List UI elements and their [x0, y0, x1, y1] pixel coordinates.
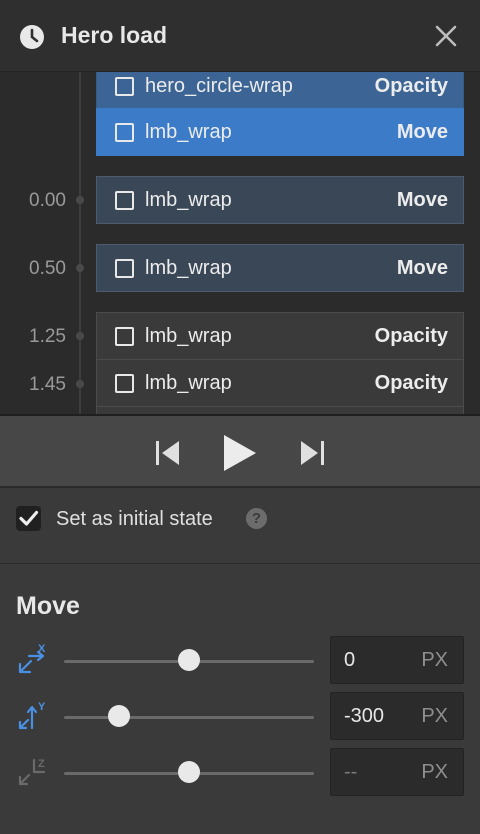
- timeline-dot: [76, 196, 84, 204]
- axis-z-icon: Z: [18, 758, 46, 786]
- move-y-row: Y PX: [0, 692, 480, 742]
- y-unit-label[interactable]: PX: [421, 705, 448, 728]
- initial-state-label: Set as initial state: [56, 508, 213, 530]
- item-checkbox[interactable]: [115, 374, 134, 393]
- section-heading: Move: [16, 592, 80, 620]
- item-target: lmb_wrap: [145, 325, 232, 347]
- timeline-track: [79, 72, 81, 414]
- close-icon[interactable]: [434, 24, 458, 48]
- timeline[interactable]: 0.00 0.50 1.25 1.45 hero_circle-wrap Opa…: [0, 72, 480, 414]
- initial-state-checkbox[interactable]: [16, 506, 41, 531]
- x-value-input[interactable]: [331, 637, 417, 683]
- timeline-item[interactable]: hero_circle-wrap Opacity: [96, 72, 464, 110]
- z-input-field[interactable]: PX: [330, 748, 464, 796]
- move-z-row: Z PX: [0, 748, 480, 798]
- timeline-item[interactable]: lmb_wrap Opacity: [96, 359, 464, 407]
- y-slider-thumb[interactable]: [108, 705, 130, 727]
- timeline-item[interactable]: lmb_wrap Opacity: [96, 312, 464, 360]
- time-label: 0.50: [29, 258, 66, 279]
- timeline-item[interactable]: lmb_wrap Move: [96, 244, 464, 292]
- x-input-field[interactable]: PX: [330, 636, 464, 684]
- y-input-field[interactable]: PX: [330, 692, 464, 740]
- item-checkbox[interactable]: [115, 77, 134, 96]
- move-x-row: X PX: [0, 636, 480, 686]
- timeline-dot: [76, 264, 84, 272]
- play-icon[interactable]: [222, 433, 258, 473]
- item-checkbox[interactable]: [115, 191, 134, 210]
- timeline-dot: [76, 380, 84, 388]
- item-checkbox[interactable]: [115, 259, 134, 278]
- item-checkbox[interactable]: [115, 123, 134, 142]
- item-target: lmb_wrap: [145, 121, 232, 143]
- time-label: 0.00: [29, 190, 66, 211]
- item-target: lmb_wrap: [145, 372, 232, 394]
- axis-x-icon: X: [18, 643, 46, 674]
- item-checkbox[interactable]: [115, 327, 134, 346]
- checkmark-icon: [19, 510, 39, 526]
- x-slider-thumb[interactable]: [178, 649, 200, 671]
- timeline-item[interactable]: lmb_wrap Move: [96, 176, 464, 224]
- move-section: Move X PX Y PX Z PX: [0, 564, 480, 834]
- skip-back-icon[interactable]: [155, 439, 181, 467]
- panel-title: Hero load: [61, 22, 168, 48]
- item-action: Move: [396, 189, 448, 211]
- item-action: Move: [396, 257, 448, 279]
- clock-icon: [20, 25, 44, 49]
- z-unit-label[interactable]: PX: [421, 761, 448, 784]
- svg-text:X: X: [38, 643, 46, 655]
- panel-header: Hero load: [0, 0, 480, 72]
- item-target: lmb_wrap: [145, 189, 232, 211]
- playback-controls: [0, 414, 480, 488]
- time-label: 1.25: [29, 326, 66, 347]
- initial-state-row: Set as initial state ?: [0, 488, 480, 564]
- item-action: Opacity: [374, 75, 448, 97]
- x-unit-label[interactable]: PX: [421, 649, 448, 672]
- item-action: Opacity: [374, 372, 448, 394]
- timeline-dot: [76, 332, 84, 340]
- item-target: hero_circle-wrap: [145, 75, 293, 97]
- skip-forward-icon[interactable]: [299, 439, 325, 467]
- z-slider-thumb[interactable]: [178, 761, 200, 783]
- item-action: Move: [396, 121, 448, 143]
- y-value-input[interactable]: [331, 693, 417, 739]
- y-slider-track[interactable]: [64, 716, 314, 719]
- timeline-item[interactable]: [96, 406, 464, 414]
- item-target: lmb_wrap: [145, 257, 232, 279]
- item-action: Opacity: [374, 325, 448, 347]
- axis-y-icon: Y: [18, 701, 46, 730]
- timeline-item-selected[interactable]: lmb_wrap Move: [96, 108, 464, 156]
- svg-text:Z: Z: [38, 758, 45, 770]
- time-label: 1.45: [29, 374, 66, 395]
- svg-text:Y: Y: [38, 701, 46, 713]
- z-value-input[interactable]: [331, 749, 417, 795]
- help-icon[interactable]: ?: [246, 508, 267, 529]
